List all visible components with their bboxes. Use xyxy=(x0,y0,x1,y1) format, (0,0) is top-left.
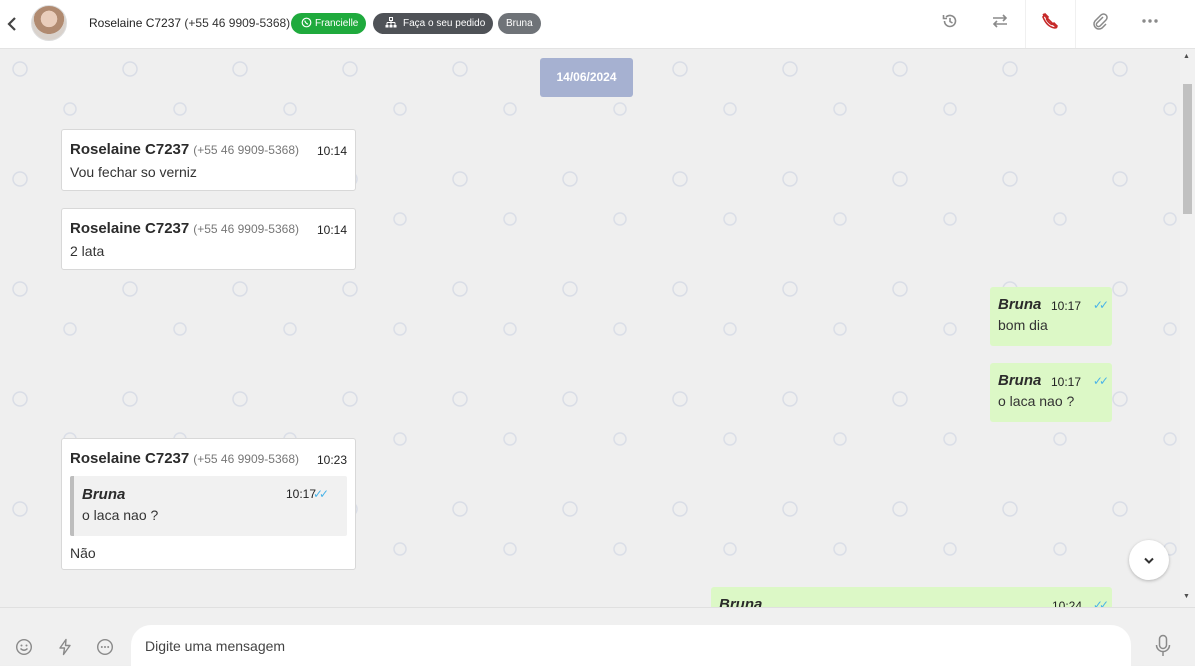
message-time: 10:17 xyxy=(1051,299,1082,313)
quoted-message[interactable]: Bruna 10:17 ✓✓ o laca nao ? xyxy=(70,476,347,536)
chat-header: Roselaine C7237 (+55 46 9909-5368) Franc… xyxy=(0,0,1195,49)
back-arrow-icon[interactable] xyxy=(6,15,22,33)
contact-avatar[interactable] xyxy=(31,5,67,41)
attach-icon[interactable] xyxy=(1089,12,1111,34)
quick-reply-icon[interactable] xyxy=(55,638,75,658)
message-sender-phone: (+55 46 9909-5368) xyxy=(193,143,299,157)
tag-label: Bruna xyxy=(506,18,533,29)
incoming-message[interactable]: Roselaine C7237 (+55 46 9909-5368) 10:23 … xyxy=(61,438,356,570)
incoming-message[interactable]: Roselaine C7237 (+55 46 9909-5368) 10:14 … xyxy=(61,208,356,270)
message-sender-phone: (+55 46 9909-5368) xyxy=(193,222,299,236)
contact-name: Roselaine C7237 xyxy=(89,16,182,30)
tag-label: Faça o seu pedido xyxy=(403,18,486,29)
tag-label: Francielle xyxy=(315,18,359,29)
contact-title[interactable]: Roselaine C7237 (+55 46 9909-5368) xyxy=(89,16,290,30)
message-time: 10:17 xyxy=(1051,375,1082,389)
end-call-icon[interactable] xyxy=(1039,12,1061,34)
message-text: o laca nao ? xyxy=(998,393,1075,409)
message-sender-phone: (+55 46 9909-5368) xyxy=(193,452,299,466)
outgoing-message[interactable]: Bruna 10:17 ✓✓ bom dia xyxy=(990,287,1112,346)
message-sender: Roselaine C7237 xyxy=(70,141,190,158)
read-check-icon: ✓✓ xyxy=(1092,298,1109,312)
quoted-time: 10:17 xyxy=(286,487,317,501)
message-sender: Bruna xyxy=(719,596,763,607)
emoji-icon[interactable] xyxy=(14,638,34,658)
scroll-up-arrow-icon[interactable]: ▲ xyxy=(1183,53,1190,60)
message-composer xyxy=(0,607,1195,666)
chat-options-icon[interactable] xyxy=(95,638,115,658)
message-sender: Roselaine C7237 xyxy=(70,220,190,237)
scrollbar-thumb[interactable] xyxy=(1183,84,1192,214)
message-text: 2 lata xyxy=(70,243,105,259)
header-divider xyxy=(1025,0,1026,48)
message-sender: Bruna xyxy=(998,296,1042,313)
whatsapp-icon xyxy=(301,17,312,32)
message-input[interactable] xyxy=(131,625,1131,666)
message-time: 10:24 xyxy=(1051,599,1082,607)
tag-faca-o-seu-pedido[interactable]: Faça o seu pedido xyxy=(373,13,494,34)
incoming-message[interactable]: Roselaine C7237 (+55 46 9909-5368) 10:14 … xyxy=(61,129,356,191)
tag-bruna[interactable]: Bruna xyxy=(498,13,541,34)
date-divider: 14/06/2024 xyxy=(540,58,633,97)
message-text: Não xyxy=(70,545,96,561)
read-check-icon: ✓✓ xyxy=(1092,598,1109,607)
chat-messages-area[interactable]: 14/06/2024 Roselaine C7237 (+55 46 9909-5… xyxy=(0,49,1180,607)
tag-francielle[interactable]: Francielle xyxy=(291,13,367,34)
outgoing-message[interactable]: Bruna 10:17 ✓✓ o laca nao ? xyxy=(990,363,1112,422)
read-check-icon: ✓✓ xyxy=(1092,374,1109,388)
sitemap-icon xyxy=(385,17,397,32)
message-sender: Bruna xyxy=(998,372,1042,389)
message-text: bom dia xyxy=(998,317,1048,333)
outgoing-message[interactable]: Bruna 10:24 ✓✓ xyxy=(711,587,1112,607)
microphone-icon[interactable] xyxy=(1153,634,1173,660)
message-time: 10:23 xyxy=(316,453,347,467)
message-time: 10:14 xyxy=(316,144,347,158)
scroll-to-bottom-button[interactable] xyxy=(1129,540,1169,580)
contact-phone: (+55 46 9909-5368) xyxy=(184,16,291,30)
more-icon[interactable] xyxy=(1139,12,1161,34)
read-check-icon: ✓✓ xyxy=(313,487,329,501)
chat-scrollbar[interactable]: ▲ ▼ xyxy=(1180,49,1195,607)
transfer-icon[interactable] xyxy=(989,12,1011,34)
history-icon[interactable] xyxy=(939,12,961,34)
message-text: Vou fechar so verniz xyxy=(70,164,197,180)
message-time: 10:14 xyxy=(316,223,347,237)
scroll-down-arrow-icon[interactable]: ▼ xyxy=(1183,593,1190,600)
quoted-text: o laca nao ? xyxy=(82,507,159,523)
header-divider xyxy=(1075,0,1076,48)
message-sender: Roselaine C7237 xyxy=(70,450,190,467)
chevron-down-icon xyxy=(1143,552,1155,568)
